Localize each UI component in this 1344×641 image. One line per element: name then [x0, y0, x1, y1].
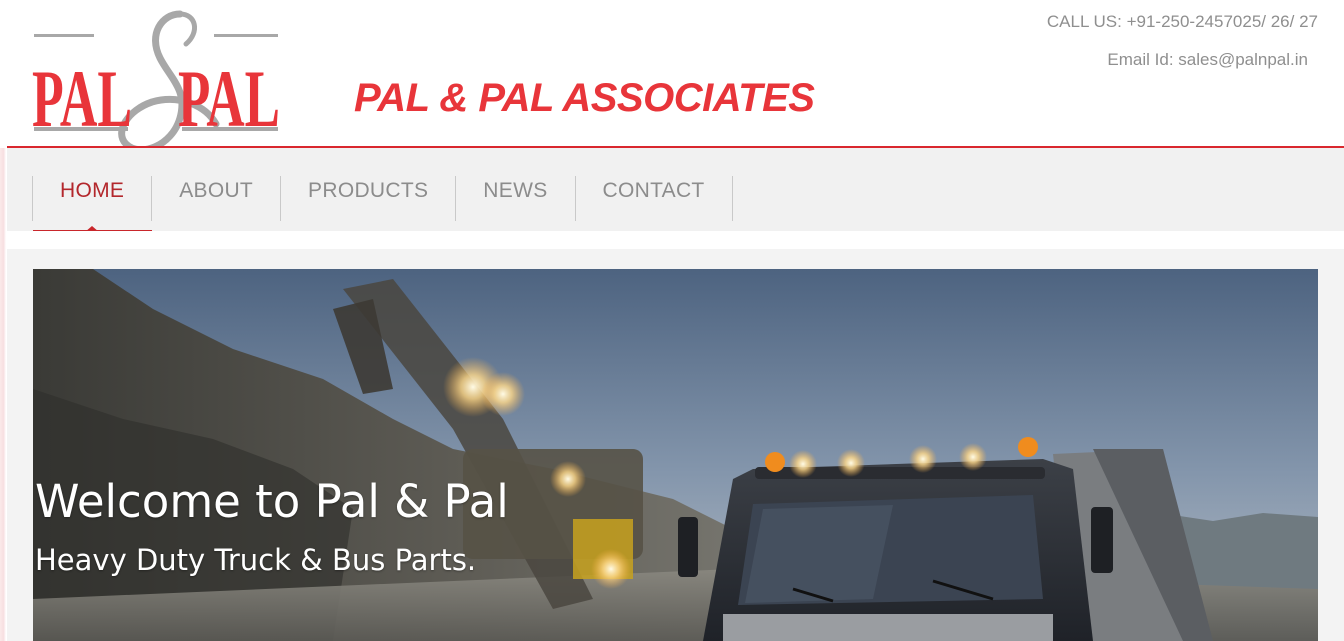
nav-item-label: CONTACT	[602, 179, 705, 202]
nav-spacer	[7, 231, 1344, 249]
hero-banner: Welcome to Pal & Pal Heavy Duty Truck & …	[33, 269, 1318, 641]
contact-phone: CALL US: +91-250-2457025/ 26/ 27	[1046, 12, 1318, 31]
nav-item-label: NEWS	[483, 179, 548, 202]
nav-item-home[interactable]: HOME	[32, 176, 153, 232]
nav-item-label: PRODUCTS	[308, 179, 429, 202]
nav-item-about[interactable]: ABOUT	[151, 176, 280, 221]
company-name: PAL & PAL ASSOCIATES	[354, 76, 815, 120]
nav-item-contact[interactable]: CONTACT	[574, 176, 733, 221]
hero-subtitle: Heavy Duty Truck & Bus Parts.	[35, 543, 477, 577]
hero-title: Welcome to Pal & Pal	[35, 475, 509, 528]
main-nav: HOME ABOUT PRODUCTS NEWS CONTACT	[7, 148, 1344, 232]
nav-item-news[interactable]: NEWS	[455, 176, 574, 221]
nav-item-products[interactable]: PRODUCTS	[280, 176, 455, 221]
nav-item-label: HOME	[60, 179, 125, 202]
hero-image	[33, 269, 1318, 641]
logo-word-left: PAL	[32, 53, 132, 144]
logo[interactable]: PAL PAL	[30, 6, 290, 161]
site-header: PAL PAL PAL & PAL ASSOCIATES CALL US: +9…	[0, 0, 1344, 154]
logo-graphic: PAL PAL	[32, 10, 280, 154]
nav-list: HOME ABOUT PRODUCTS NEWS CONTACT	[32, 176, 733, 232]
nav-item-label: ABOUT	[179, 179, 254, 202]
contact-email: Email Id: sales@palnpal.in	[1107, 50, 1308, 69]
logo-word-right: PAL	[178, 53, 280, 144]
